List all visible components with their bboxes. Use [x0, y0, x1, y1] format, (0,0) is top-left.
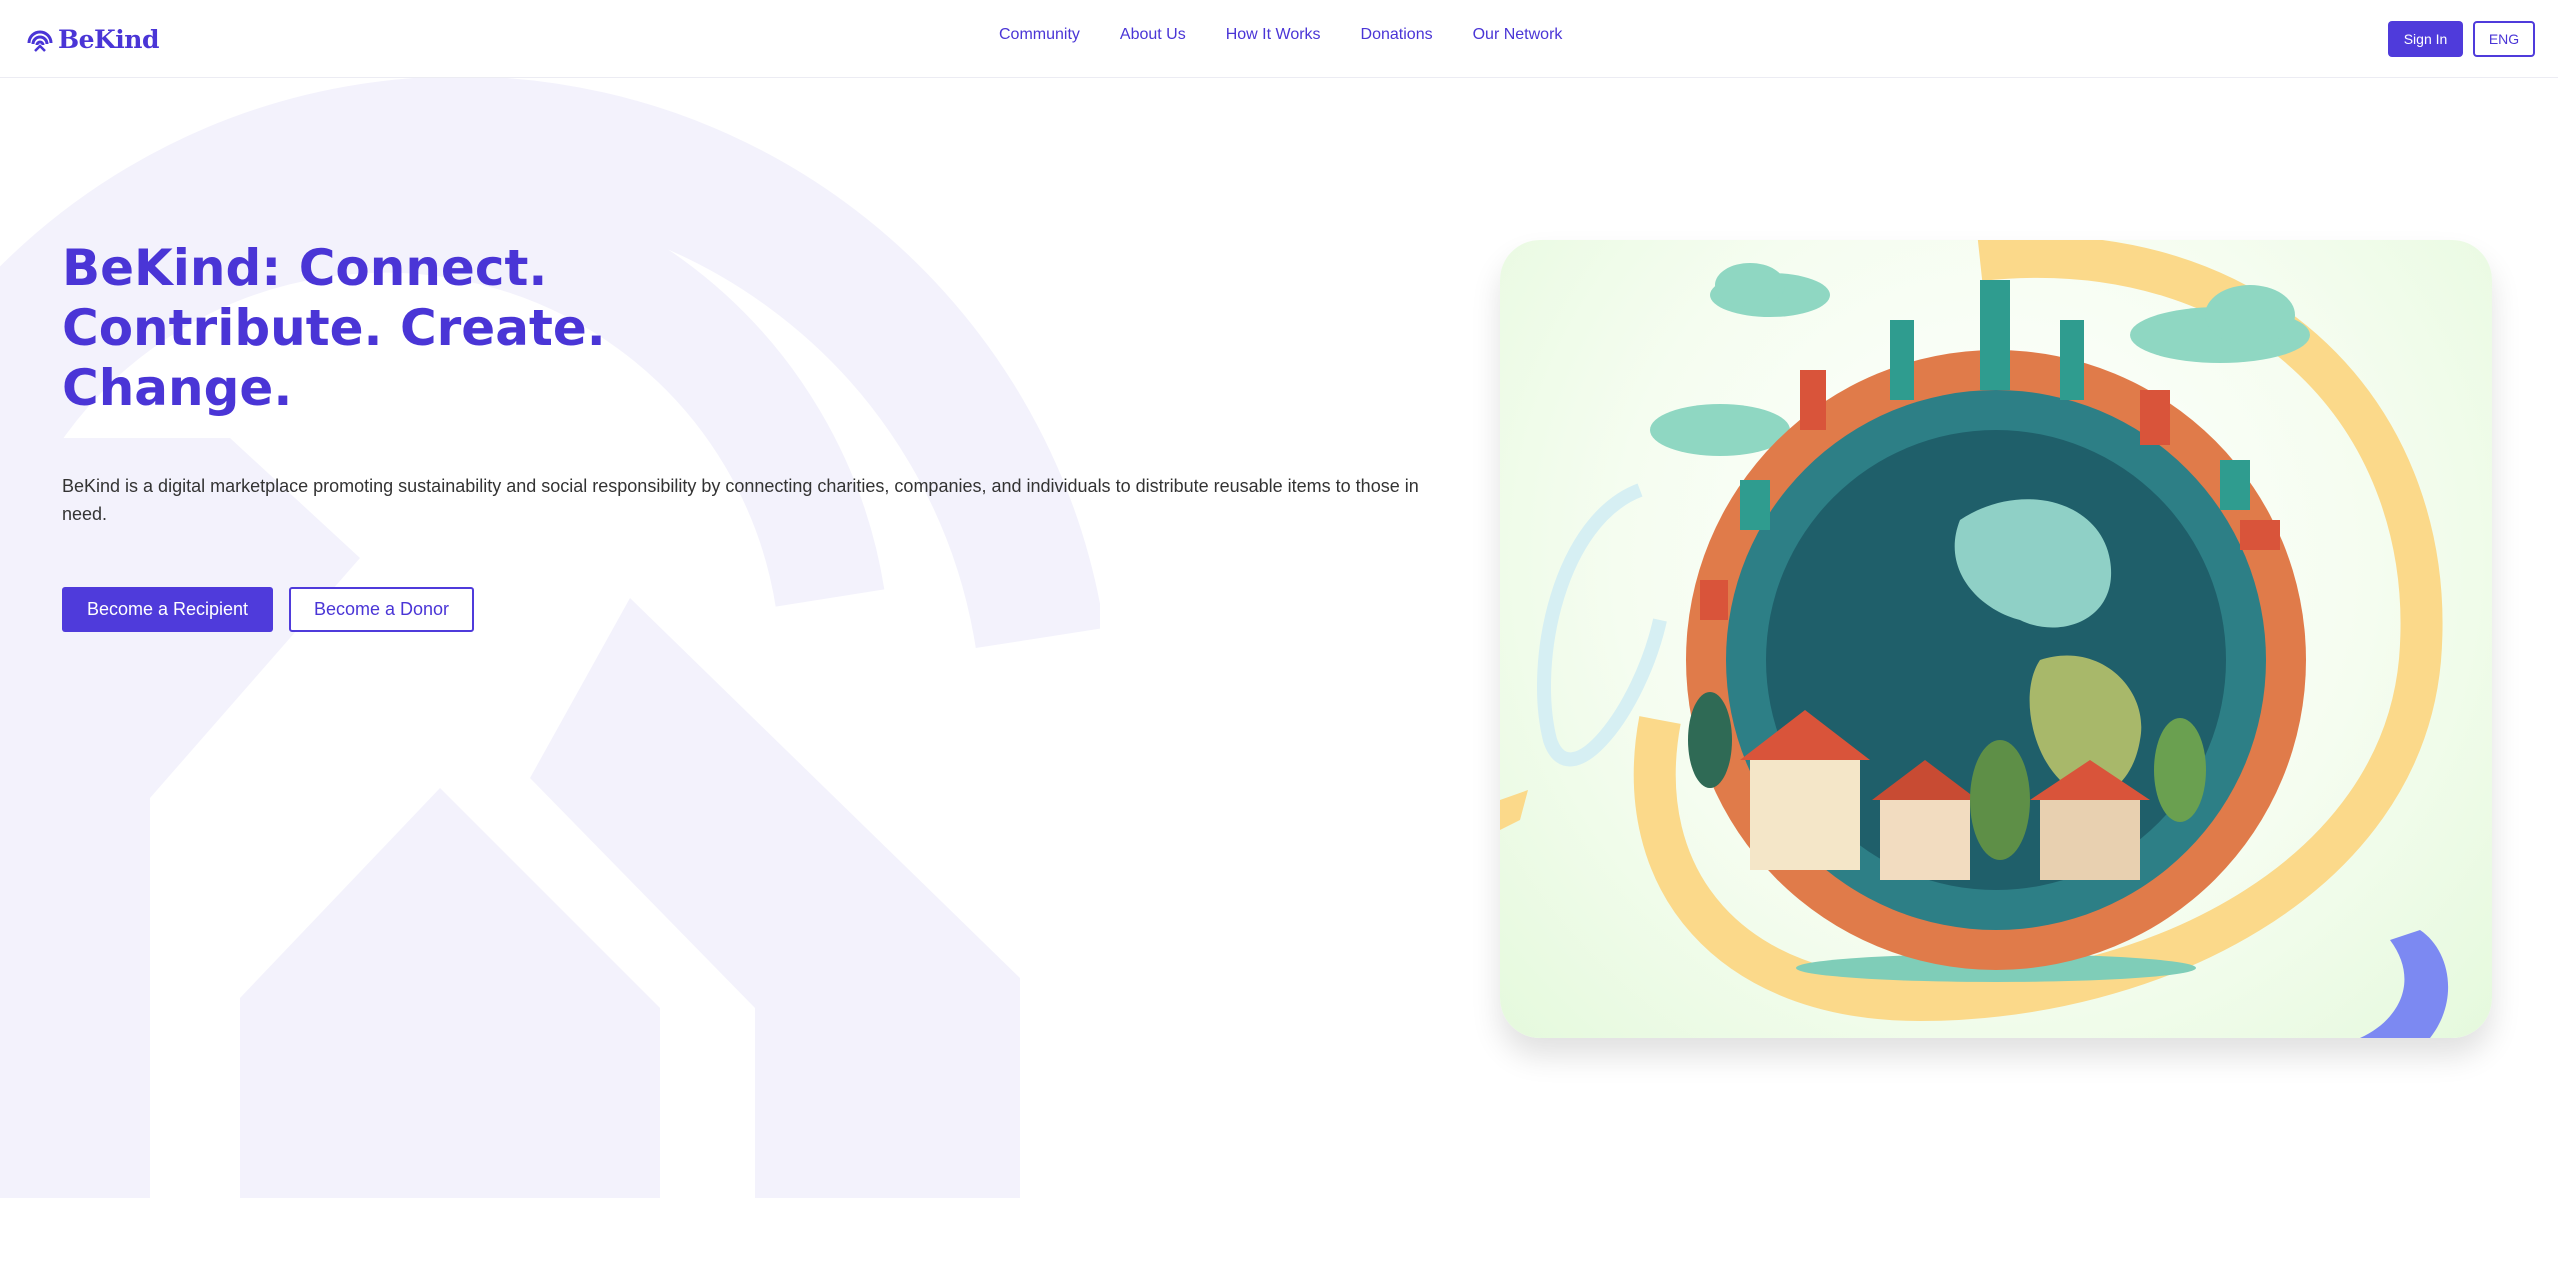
hero-headline: BeKind: Connect. Contribute. Create. Cha…	[62, 238, 762, 418]
nav-about-us[interactable]: About Us	[1120, 26, 1186, 44]
nav-our-network[interactable]: Our Network	[1473, 26, 1563, 44]
logo-text: BeKind	[58, 24, 159, 54]
globe-illustration-icon	[1500, 240, 2449, 1038]
hero-section: BeKind: Connect. Contribute. Create. Cha…	[0, 78, 2558, 1198]
sign-in-button[interactable]: Sign In	[2388, 21, 2463, 57]
hero-description: BeKind is a digital marketplace promotin…	[62, 476, 1419, 524]
become-recipient-button[interactable]: Become a Recipient	[62, 587, 273, 632]
headline-line: Contribute. Create.	[62, 299, 606, 357]
nav-community[interactable]: Community	[999, 26, 1080, 44]
language-button[interactable]: ENG	[2473, 21, 2535, 57]
headline-line: Change.	[62, 359, 293, 417]
main-nav: Community About Us How It Works Donation…	[999, 26, 1562, 44]
nav-how-it-works[interactable]: How It Works	[1226, 26, 1321, 44]
site-header: BeKind Community About Us How It Works D…	[0, 0, 2558, 78]
globe-city-illustration	[1500, 240, 2492, 1038]
page-bottom	[0, 1198, 2558, 1264]
become-donor-button[interactable]: Become a Donor	[289, 587, 474, 632]
nav-donations[interactable]: Donations	[1361, 26, 1433, 44]
headline-line: BeKind: Connect.	[62, 239, 548, 297]
logo-icon	[27, 30, 53, 52]
brand-logo[interactable]: BeKind	[26, 22, 159, 56]
